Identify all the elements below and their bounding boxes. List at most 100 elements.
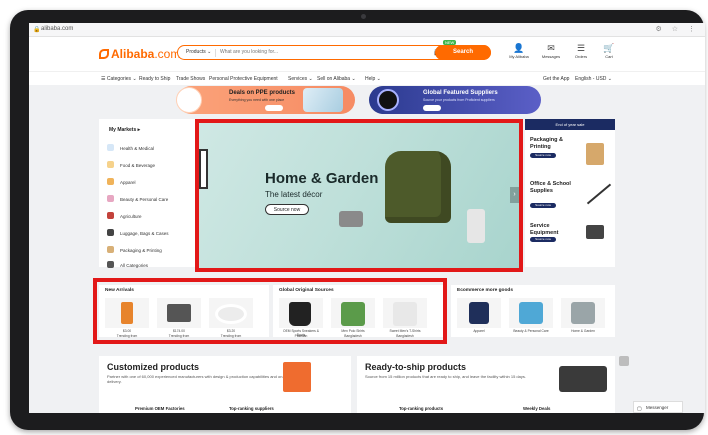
search-category-select[interactable]: Products ⌄ — [186, 49, 211, 55]
category-label: Packaging & Printing — [120, 247, 162, 253]
right-item-button[interactable]: Source now — [530, 237, 556, 242]
scroll-side-button[interactable] — [619, 356, 629, 366]
grid-icon — [107, 261, 114, 268]
ready-link[interactable]: Weekly Deals — [523, 406, 550, 411]
product-image — [571, 302, 595, 324]
equipment-image — [586, 225, 604, 239]
ppe-product-image — [303, 88, 343, 112]
promo-right-panel: End of year sale Packaging & Printing So… — [525, 119, 615, 267]
ready-to-ship-section[interactable]: Ready-to-ship products Source from 15 mi… — [357, 356, 615, 413]
orders-icon: ☰ — [576, 43, 586, 53]
ppe-promo-icon — [176, 87, 202, 113]
nav-item-help[interactable]: Help ⌄ — [365, 76, 381, 82]
url-text[interactable]: alibaba.com — [41, 26, 73, 32]
category-item-agriculture[interactable]: Agriculture — [107, 212, 195, 222]
search-input[interactable] — [220, 49, 380, 55]
browser-url-bar[interactable]: 🔒 alibaba.com ⚙ ☆ ⋮ — [29, 23, 705, 37]
category-label: Food & Beverage — [120, 162, 156, 168]
customized-description: Partner with one of 60,000 experienced m… — [107, 374, 292, 384]
highlight-box-hero — [195, 119, 523, 272]
category-item-all[interactable]: All Categories — [107, 261, 195, 271]
agriculture-icon — [107, 212, 114, 219]
ecommerce-product[interactable]: Home & Garden — [561, 298, 605, 333]
packaging-icon — [107, 246, 114, 253]
nav-language[interactable]: English - USD ⌄ — [575, 76, 612, 82]
nav-item-ppe[interactable]: Personal Protective Equipment — [209, 76, 278, 82]
search-bar: Products ⌄ 📷 Search — [177, 44, 491, 60]
user-icon: 👤 — [513, 43, 525, 53]
logo-icon — [99, 49, 109, 59]
category-label: Apparel — [120, 179, 136, 185]
nav-item-sell[interactable]: Sell on Alibaba ⌄ — [317, 76, 356, 82]
customized-products-section[interactable]: Customized products Partner with one of … — [99, 356, 351, 413]
right-item-button[interactable]: Source now — [530, 203, 556, 208]
customized-link[interactable]: Top-ranking suppliers — [229, 406, 274, 411]
new-badge: NEW — [443, 40, 457, 45]
ppe-promo-subtitle: Everything you need with one place — [229, 98, 285, 102]
right-item-office[interactable]: Office & School Supplies Source now — [530, 181, 615, 217]
nav-categories[interactable]: ☰ Categories ⌄ — [101, 76, 137, 82]
product-name: Apparel — [473, 329, 485, 333]
ppe-promo-banner[interactable]: Deals on PPE products Everything you nee… — [176, 86, 355, 114]
right-item-button[interactable]: Source now — [530, 153, 556, 158]
paper-bag-image — [586, 143, 604, 165]
ecommerce-product[interactable]: Beauty & Personal Care — [509, 298, 553, 333]
orders-button[interactable]: ☰ Orders — [567, 42, 595, 59]
suppliers-promo-banner[interactable]: Global Featured Suppliers Source your pr… — [369, 86, 541, 114]
ppe-promo-pill[interactable] — [265, 105, 283, 111]
my-alibaba-label: My Alibaba — [509, 54, 529, 59]
right-item-packaging[interactable]: Packaging & Printing Source now — [530, 137, 615, 173]
nav-item-trade-shows[interactable]: Trade Shows — [176, 76, 205, 82]
site-header: Alibaba.com Products ⌄ 📷 Search NEW 👤My … — [29, 37, 705, 71]
beauty-icon — [107, 195, 114, 202]
ecommerce-card[interactable]: Ecommerce more goods Apparel Beauty & Pe… — [451, 285, 615, 337]
messages-button[interactable]: ✉ Messages — [537, 42, 565, 59]
logo-text: Alibaba — [111, 47, 155, 61]
cart-icon: 🛒 — [603, 43, 615, 53]
cart-button[interactable]: 🛒 Cart — [595, 42, 623, 59]
my-alibaba-button[interactable]: 👤 My Alibaba — [505, 42, 533, 59]
category-label: Beauty & Personal Care — [120, 196, 169, 202]
category-label: Luggage, Bags & Cases — [120, 230, 169, 236]
suppliers-promo-pill[interactable] — [423, 105, 441, 111]
right-panel-header: End of year sale — [525, 119, 615, 130]
search-button[interactable]: Search — [435, 44, 491, 60]
right-item-title: Packaging & Printing — [530, 137, 564, 150]
product-name: Home & Garden — [571, 329, 595, 333]
nav-get-app[interactable]: Get the App — [543, 76, 569, 82]
alibaba-logo[interactable]: Alibaba.com — [99, 47, 180, 61]
truck-image — [559, 366, 607, 392]
nav-bar: ☰ Categories ⌄ Ready to Ship Trade Shows… — [29, 71, 705, 85]
ready-description: Source from 15 million products that are… — [365, 374, 526, 379]
messenger-button[interactable]: ▢ Messenger — [633, 401, 683, 413]
category-panel-title[interactable]: My Markets ▸ — [109, 127, 140, 133]
category-panel: My Markets ▸ Health & Medical Food & Bev… — [99, 119, 197, 268]
browser-icons[interactable]: ⚙ ☆ ⋮ — [656, 25, 699, 33]
customized-link[interactable]: Premium OEM Factories — [135, 406, 185, 411]
pencil-image — [283, 362, 311, 392]
category-item-packaging[interactable]: Packaging & Printing — [107, 246, 195, 256]
chat-icon: ▢ — [637, 406, 642, 412]
category-item-beauty[interactable]: Beauty & Personal Care — [107, 195, 195, 205]
device: 🔒 alibaba.com ⚙ ☆ ⋮ Alibaba.com Products… — [0, 0, 708, 435]
ready-link[interactable]: Top-ranking products — [399, 406, 443, 411]
apparel-icon — [107, 178, 114, 185]
nav-item-services[interactable]: Services ⌄ — [288, 76, 313, 82]
right-item-service-equipment[interactable]: Service Equipment Source now — [530, 223, 615, 259]
suppliers-promo-icon — [377, 89, 399, 111]
food-icon — [107, 161, 114, 168]
product-image — [519, 302, 543, 324]
category-item-luggage[interactable]: Luggage, Bags & Cases — [107, 229, 195, 239]
health-icon — [107, 144, 114, 151]
right-item-title: Service Equipment — [530, 223, 559, 236]
category-item-apparel[interactable]: Apparel — [107, 178, 195, 188]
nav-item-ready-to-ship[interactable]: Ready to Ship — [139, 76, 170, 82]
category-item-health-medical[interactable]: Health & Medical — [107, 144, 195, 154]
ecommerce-title: Ecommerce more goods — [457, 288, 513, 293]
luggage-icon — [107, 229, 114, 236]
ecommerce-product[interactable]: Apparel — [457, 298, 501, 333]
orders-label: Orders — [574, 54, 588, 59]
screen: 🔒 alibaba.com ⚙ ☆ ⋮ Alibaba.com Products… — [29, 23, 705, 413]
category-label: Health & Medical — [120, 145, 155, 151]
category-item-food-beverage[interactable]: Food & Beverage — [107, 161, 195, 171]
